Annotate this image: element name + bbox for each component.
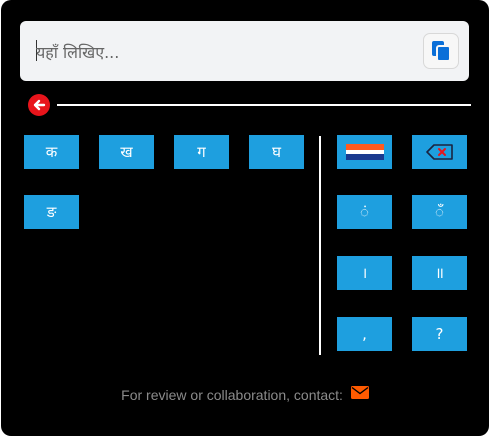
key-ga[interactable]: ग [174, 135, 229, 169]
key-anusvara[interactable]: ं [337, 195, 392, 229]
flag-icon [345, 144, 384, 160]
key-ka[interactable]: क [24, 135, 79, 169]
copy-icon [432, 41, 451, 62]
keyboard-panel: क ख ग घ ङ ं ँ । ॥ , ? For review or coll… [1, 0, 489, 436]
footer-text: For review or collaboration, contact: [121, 387, 343, 403]
key-danda[interactable]: । [337, 256, 392, 290]
key-nga[interactable]: ङ [24, 195, 79, 229]
key-chandrabindu[interactable]: ँ [412, 195, 467, 229]
back-button[interactable] [28, 94, 50, 116]
envelope-icon [350, 386, 369, 400]
footer: For review or collaboration, contact: [1, 386, 489, 404]
copy-button[interactable] [423, 33, 459, 69]
contact-link[interactable] [350, 386, 369, 402]
backspace-button[interactable] [412, 135, 467, 169]
key-gha[interactable]: घ [249, 135, 304, 169]
arrow-left-icon [33, 99, 46, 111]
key-kha[interactable]: ख [99, 135, 154, 169]
horizontal-divider [57, 104, 471, 106]
backspace-icon [425, 144, 453, 160]
key-comma[interactable]: , [337, 317, 392, 351]
text-input-container [20, 21, 469, 81]
vertical-divider [319, 136, 321, 355]
key-question[interactable]: ? [412, 317, 467, 351]
text-input[interactable] [34, 38, 418, 66]
flag-button[interactable] [337, 135, 392, 169]
key-double-danda[interactable]: ॥ [412, 256, 467, 290]
